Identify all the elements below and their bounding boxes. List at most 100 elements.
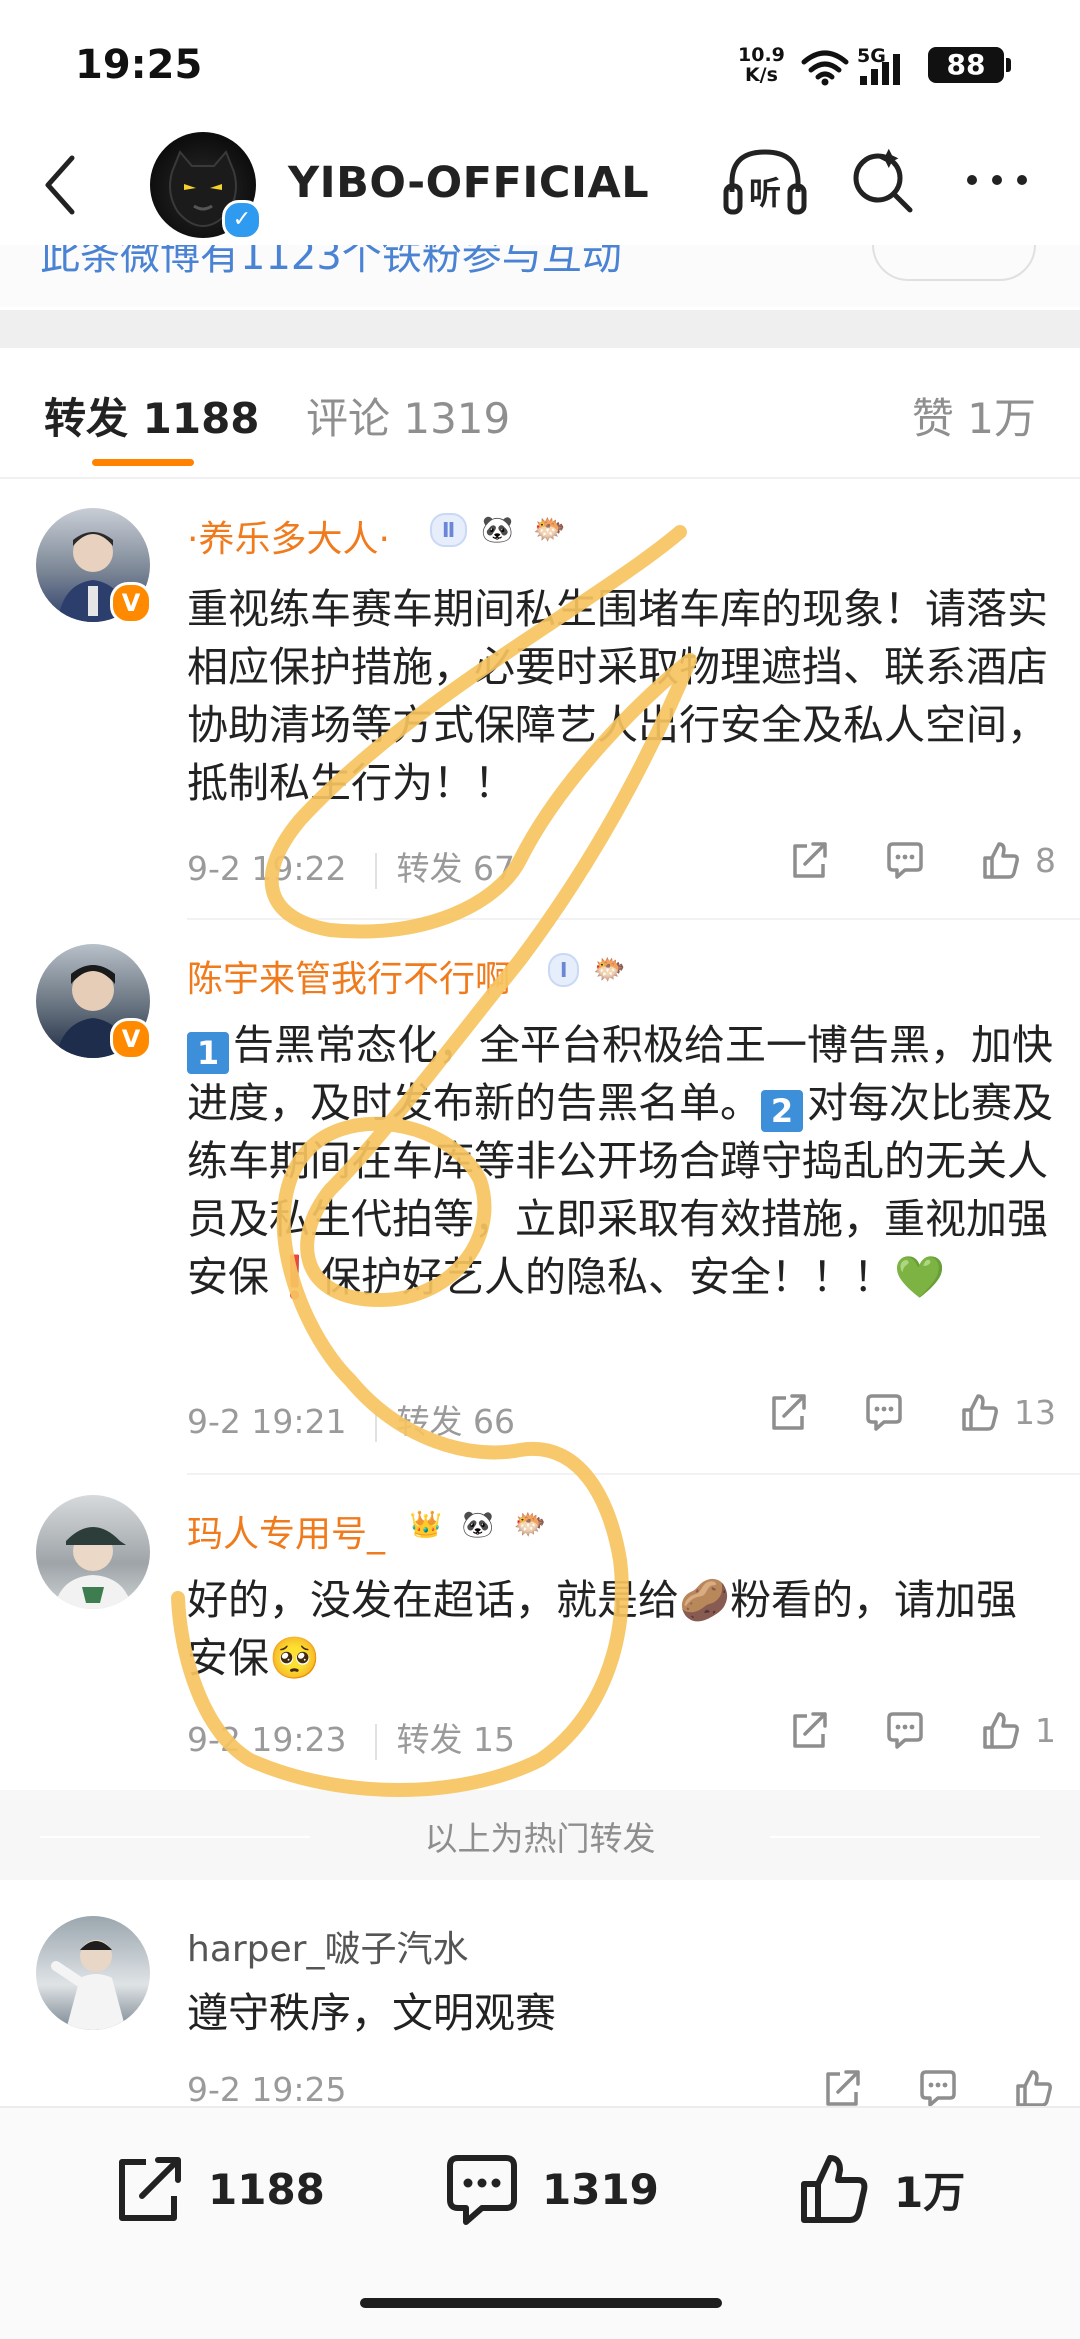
post-meta: 9-2 19:22 转发 67 <box>187 842 515 890</box>
fan-interaction-banner[interactable]: 此条微博有1123个铁粉参与互动 <box>0 245 1080 307</box>
bottom-repost-count: 1188 <box>208 2164 325 2214</box>
listen-label: 听 <box>749 174 781 212</box>
user-badges: Ⅱ 🐼 🐡 <box>430 508 571 552</box>
post-username[interactable]: 玛人专用号_ <box>187 1505 385 1557</box>
pufferfish-icon: 🐡 <box>513 1510 547 1540</box>
share-icon[interactable] <box>766 1390 810 1434</box>
banner-text: 此条微博有1123个铁粉参与互动 <box>40 245 622 279</box>
battery-cap <box>1006 58 1011 72</box>
post-actions: 1 <box>735 1708 1056 1752</box>
pleading-face-icon: 🥺 <box>269 1634 321 1682</box>
comment-icon[interactable] <box>916 2066 960 2106</box>
meta-separator <box>374 1723 377 1760</box>
keycap-2-icon: 2 <box>761 1090 803 1132</box>
bottom-comment-count: 1319 <box>542 2164 659 2214</box>
share-icon <box>119 2157 181 2221</box>
post-text-part1: 好的，没发在超话，就是给 <box>187 1576 679 1624</box>
meta-separator <box>374 852 377 889</box>
listen-icon[interactable]: 听 <box>720 142 810 222</box>
like-icon[interactable] <box>979 838 1023 882</box>
post-meta: 9-2 19:25 <box>187 2070 347 2106</box>
post-username[interactable]: harper_啵子汽水 <box>187 1920 468 1972</box>
bottom-like-button[interactable]: 1万 <box>796 2150 965 2228</box>
crown-icon: 👑 <box>409 1510 443 1540</box>
like-icon[interactable] <box>958 1390 1002 1434</box>
list-item[interactable]: 玛人专用号_ 👑 🐼 🐡 好的，没发在超话，就是给🥔粉看的，请加强安保🥺 9-2… <box>0 1475 1080 1790</box>
verified-badge: ✓ <box>222 200 262 240</box>
post-time: 9-2 19:22 <box>187 849 347 888</box>
like-icon[interactable] <box>979 1708 1023 1752</box>
user-photo-icon <box>51 1940 126 2030</box>
post-text: 1 告黑常态化，全平台积极给王一博告黑，加快进度，及时发布新的告黑名单。 2 对每次比… <box>187 1016 1053 1306</box>
panda-icon: 🐼 <box>481 515 514 545</box>
panda-icon: 🐼 <box>461 1510 495 1540</box>
post-text-part3: 保护好艺人的隐私、安全！！！ <box>320 1253 895 1301</box>
post-actions: 8 <box>735 838 1056 882</box>
like-icon[interactable] <box>1012 2066 1056 2106</box>
share-icon[interactable] <box>820 2066 864 2106</box>
network-speed: 10.9 K/s <box>738 45 785 85</box>
bottom-comment-button[interactable]: 1319 <box>442 2150 659 2228</box>
pufferfish-icon: 🐡 <box>593 955 626 985</box>
post-username[interactable]: 陈宇来管我行不行啊 <box>187 950 511 1002</box>
keycap-1-icon: 1 <box>187 1032 229 1074</box>
network-speed-value: 10.9 <box>738 44 785 66</box>
list-item[interactable]: V ·养乐多大人· Ⅱ 🐼 🐡 重视练车赛车期间私生围堵车库的现象！请落实相应保… <box>0 480 1080 920</box>
signal-icon <box>860 54 900 85</box>
post-like-count: 1 <box>1035 1710 1056 1750</box>
bottom-repost-button[interactable]: 1188 <box>110 2150 325 2228</box>
fan-level-chip: Ⅰ <box>548 953 580 987</box>
search-icon[interactable] <box>848 148 918 218</box>
network-speed-unit: K/s <box>744 64 778 86</box>
post-time: 9-2 19:25 <box>187 2070 347 2106</box>
home-indicator[interactable] <box>360 2298 722 2308</box>
verified-badge: V <box>110 1018 152 1060</box>
red-exclamation-icon: ❗ <box>269 1253 321 1301</box>
share-icon[interactable] <box>787 838 831 882</box>
fan-level-chip: Ⅱ <box>430 513 468 547</box>
comment-icon[interactable] <box>883 1708 927 1752</box>
battery-indicator: 88 <box>928 47 1004 83</box>
post-actions <box>768 2066 1056 2106</box>
more-icon[interactable] <box>962 170 1032 190</box>
list-item[interactable]: harper_啵子汽水 遵守秩序，文明观赛 9-2 19:25 <box>0 1880 1080 2106</box>
tab-likes[interactable]: 赞 1万 <box>912 385 1036 446</box>
post-meta: 9-2 19:23 转发 15 <box>187 1713 515 1761</box>
list-item[interactable]: V 陈宇来管我行不行啊 Ⅰ 🐡 1 告黑常态化，全平台积极给王一博告黑，加快进度，… <box>0 920 1080 1475</box>
post-repost-count[interactable]: 转发 15 <box>397 1720 515 1759</box>
back-icon[interactable] <box>38 150 88 220</box>
post-meta: 9-2 19:21 转发 66 <box>187 1395 515 1443</box>
avatar[interactable] <box>36 1495 150 1609</box>
post-repost-count[interactable]: 转发 67 <box>397 849 515 888</box>
post-time: 9-2 19:21 <box>187 1402 347 1441</box>
post-time: 9-2 19:23 <box>187 1720 347 1759</box>
section-separator <box>0 310 1080 348</box>
account-name[interactable]: YIBO-OFFICIAL <box>288 158 649 208</box>
user-badges: Ⅰ 🐡 <box>548 948 631 992</box>
avatar[interactable] <box>36 1916 150 2030</box>
post-like-count: 13 <box>1014 1392 1056 1432</box>
like-icon <box>801 2155 868 2223</box>
tab-reposts[interactable]: 转发 1188 <box>44 385 260 446</box>
banner-button[interactable] <box>872 245 1036 281</box>
post-text: 好的，没发在超话，就是给🥔粉看的，请加强安保🥺 <box>187 1571 1053 1687</box>
wifi-icon <box>801 50 849 86</box>
active-tab-indicator <box>92 459 194 466</box>
bottom-like-count: 1万 <box>894 2167 966 2217</box>
user-photo-icon <box>54 1527 132 1609</box>
post-username[interactable]: ·养乐多大人· <box>187 510 390 562</box>
post-actions: 13 <box>714 1390 1056 1434</box>
user-badges: 👑 🐼 🐡 <box>404 1503 552 1547</box>
post-text: 重视练车赛车期间私生围堵车库的现象！请落实相应保护措施，必要时采取物理遮挡、联系… <box>187 585 1048 807</box>
post-repost-count[interactable]: 转发 66 <box>397 1402 515 1441</box>
potato-icon: 🥔 <box>679 1576 731 1624</box>
meta-separator <box>374 1405 377 1442</box>
comment-icon[interactable] <box>883 838 927 882</box>
tab-comments[interactable]: 评论 1319 <box>306 385 510 446</box>
share-icon[interactable] <box>787 1708 831 1752</box>
green-heart-icon: 💚 <box>894 1253 946 1301</box>
tab-divider <box>0 477 1080 479</box>
comment-icon <box>447 2155 517 2225</box>
comment-icon[interactable] <box>862 1390 906 1434</box>
post-text: 遵守秩序，文明观赛 <box>187 1989 556 2037</box>
